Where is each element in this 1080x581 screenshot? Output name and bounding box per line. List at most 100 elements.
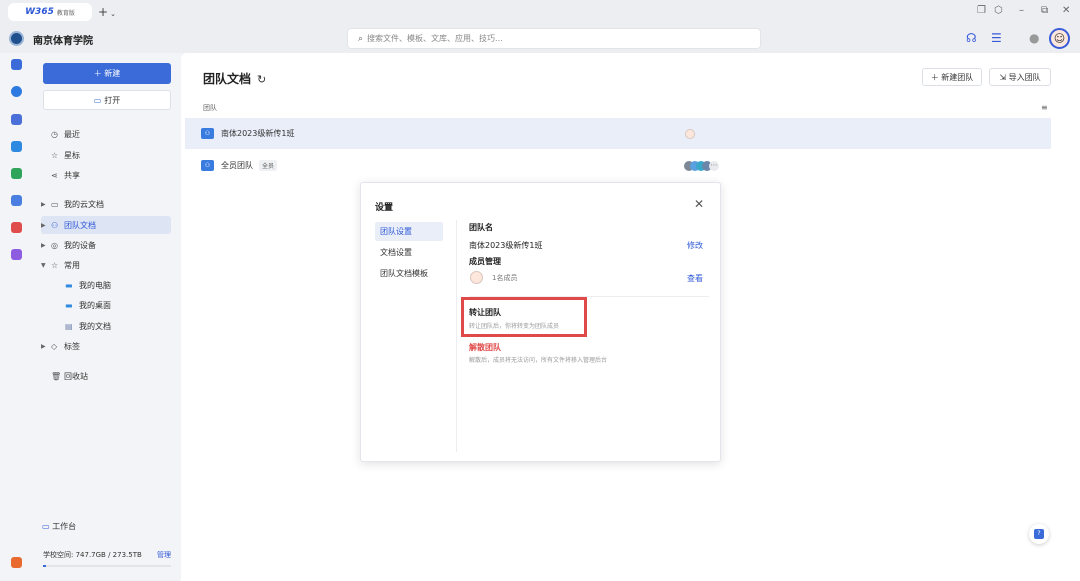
sidebar-item-recent[interactable]: ◷ 最近 [41,125,171,143]
team-folder-icon: ⚇ [201,128,214,139]
school-name: 南京体育学院 [33,36,93,47]
team-name-label: 团队名 [469,223,493,232]
expand-arrow-icon[interactable]: ▶ [41,201,51,208]
dissolve-team-desc: 解散后，成员将无法访问，所有文件将移入管理后台 [469,357,608,364]
sidebar-item-starred[interactable]: ☆ 星标 [41,146,171,164]
app-tab[interactable]: W365 教育版 [8,3,92,21]
sheet-app-icon[interactable] [11,168,22,179]
new-button[interactable]: ＋ 新建 [43,63,171,84]
headset-icon[interactable]: ☊ [966,32,977,45]
sidebar-item-my-documents[interactable]: ▤ 我的文档 [41,317,171,335]
more-icon[interactable]: ⋯ [709,161,719,171]
refresh-icon[interactable]: ↻ [257,73,266,86]
close-icon[interactable]: ✕ [1062,5,1070,17]
workbench-button[interactable]: ▭ 工作台 [42,521,76,532]
sidebar-item-my-cloud[interactable]: ▶ ▭ 我的云文档 [41,195,171,213]
window-tile-icon[interactable]: ❐ [977,5,986,17]
sidebar-item-team-docs[interactable]: ▶ ⚇ 团队文档 [41,216,171,234]
tab-doc-settings[interactable]: 文档设置 [375,243,443,262]
user-avatar[interactable]: ☺ [1049,28,1070,49]
open-button[interactable]: ▭ 打开 [43,90,171,110]
column-header-team: 团队 [203,104,217,112]
title-bar: W365 教育版 + ⌄ ❐ ⬡ – ⧉ ✕ [0,0,1080,24]
sidebar-item-trash[interactable]: 🗑 回收站 [41,367,171,385]
import-icon: ⇲ [999,72,1009,82]
team-name-value: 南体2023级新传1班 [469,241,543,250]
new-tab-button[interactable]: + ⌄ [98,5,116,21]
close-icon[interactable]: ✕ [694,197,704,211]
collapse-arrow-icon[interactable]: ▼ [41,262,51,269]
sidebar-item-shared[interactable]: ⋖ 共享 [41,166,171,184]
tab-team-settings[interactable]: 团队设置 [375,222,443,241]
docs-app-icon[interactable] [11,59,22,70]
minimize-icon[interactable]: – [1019,5,1024,17]
team-folder-icon: ⚇ [201,160,214,171]
apps-grid-icon[interactable] [11,249,22,260]
view-members-link[interactable]: 查看 [687,273,703,284]
school-logo [9,31,24,46]
tag-icon: ◇ [51,341,58,351]
sidebar-item-common[interactable]: ▼ ☆ 常用 [41,256,171,274]
dialog-title: 设置 [375,203,394,213]
team-row[interactable]: ⚇ 全员团队 全员 ⋯ [185,150,1051,181]
sort-icon[interactable]: ≡ [1041,103,1048,112]
sidebar-item-my-computer[interactable]: ▬ 我的电脑 [41,276,171,294]
sidebar-item-my-desktop[interactable]: ▬ 我的桌面 [41,296,171,314]
plus-icon: ＋ [930,72,942,82]
search-placeholder: 搜索文件、模板、文库、应用、技巧... [367,34,503,43]
page-title: 团队文档 ↻ [203,72,267,86]
explore-app-icon[interactable] [11,86,22,97]
chevron-down-icon[interactable]: ⌄ [110,10,116,18]
trash-icon: 🗑 [51,371,62,381]
members-label: 成员管理 [469,257,501,266]
screen-app-icon[interactable] [11,195,22,206]
top-bar: 南京体育学院 ⌕ 搜索文件、模板、文库、应用、技巧... ☊ ☰ ● [0,24,1080,53]
status-icon[interactable]: ● [1029,32,1039,45]
workbench-icon: ▭ [42,522,53,531]
brand-logo: W365 [25,7,54,17]
edit-team-name-link[interactable]: 修改 [687,240,703,251]
document-icon: ▤ [65,321,73,331]
sidebar: ＋ 新建 ▭ 打开 ◷ 最近 ☆ 星标 ⋖ 共享 ▶ ▭ 我的云文档 ▶ ⚇ 团队文档 ▶ ◎ 我的… [33,53,181,581]
meeting-app-icon[interactable] [11,114,22,125]
manage-link[interactable]: 管理 [157,550,171,560]
sidebar-item-tags[interactable]: ▶ ◇ 标签 [41,337,171,355]
new-team-button[interactable]: ＋ 新建团队 [922,68,982,86]
team-row[interactable]: ⚇ 南体2023级新传1班 [185,118,1051,149]
bottom-app-icon[interactable] [11,557,22,568]
sidebar-item-my-devices[interactable]: ▶ ◎ 我的设备 [41,236,171,254]
team-name: 南体2023级新传1班 [221,129,295,138]
search-input[interactable]: ⌕ 搜索文件、模板、文库、应用、技巧... [347,28,761,49]
expand-arrow-icon[interactable]: ▶ [41,222,51,229]
floating-help-button[interactable]: ? [1029,524,1049,544]
import-team-button[interactable]: ⇲ 导入团队 [989,68,1051,86]
settings-sliders-icon[interactable]: ☰ [991,32,1002,45]
edit-app-icon[interactable] [11,141,22,152]
highlight-box [461,297,587,337]
help-icon: ? [1034,529,1044,539]
storage-progress-fill [43,565,46,567]
folder-icon: ▭ [51,199,59,209]
member-avatar [470,271,483,284]
star-icon: ☆ [51,150,59,160]
storage-info: 学校空间: 747.7GB / 273.5TB 管理 [43,550,171,560]
pdf-app-icon[interactable] [11,222,22,233]
members-count: 1名成员 [492,274,518,282]
tab-team-doc-template[interactable]: 团队文档模板 [375,264,443,283]
team-name: 全员团队 [221,161,253,170]
edition-label: 教育版 [56,9,75,17]
member-avatar [685,129,695,139]
clock-icon: ◷ [51,129,58,139]
expand-arrow-icon[interactable]: ▶ [41,343,51,350]
expand-arrow-icon[interactable]: ▶ [41,242,51,249]
cube-icon[interactable]: ⬡ [994,5,1003,17]
search-icon: ⌕ [358,33,364,44]
restore-icon[interactable]: ⧉ [1041,5,1048,17]
share-icon: ⋖ [51,170,58,180]
desktop-icon: ▬ [65,300,73,310]
plus-icon: ＋ [93,69,105,78]
dissolve-team-title[interactable]: 解散团队 [469,342,501,353]
star-icon: ☆ [51,260,59,270]
all-members-badge: 全员 [259,160,278,171]
team-icon: ⚇ [51,220,59,230]
